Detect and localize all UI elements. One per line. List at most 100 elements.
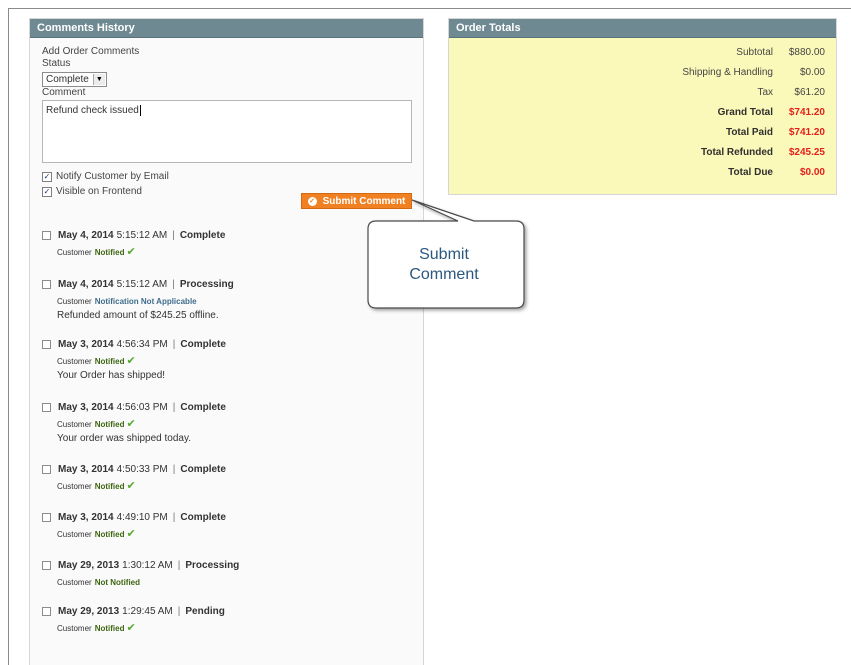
totals-row: Total Paid $741.20 xyxy=(553,123,825,143)
history-entry-checkbox[interactable] xyxy=(42,403,51,412)
text-caret xyxy=(139,105,141,116)
history-separator: | xyxy=(172,464,176,475)
notify-state: Notified xyxy=(94,623,125,633)
notify-state: Notification Not Applicable xyxy=(94,296,197,306)
history-comment: Your order was shipped today. xyxy=(57,433,191,444)
totals-value: $741.20 xyxy=(788,107,825,118)
totals-row: Grand Total $741.20 xyxy=(553,103,825,123)
history-date: May 3, 2014 xyxy=(58,512,114,523)
notification-status: Customer Not Notified xyxy=(57,577,412,587)
totals-label: Total Due xyxy=(728,167,773,178)
comment-label: Comment xyxy=(42,87,86,98)
history-status: Complete xyxy=(180,339,226,350)
notification-status: Customer Notified ✔ xyxy=(57,622,412,634)
chevron-down-icon[interactable]: ▼ xyxy=(92,74,105,85)
notify-prefix: Customer xyxy=(57,247,92,257)
history-separator: | xyxy=(177,560,181,571)
history-entry: May 3, 2014 4:56:34 PM | Complete Custom… xyxy=(42,338,412,381)
history-date: May 4, 2014 xyxy=(58,230,114,241)
history-entry-checkbox[interactable] xyxy=(42,607,51,616)
notify-prefix: Customer xyxy=(57,529,92,539)
status-select-value: Complete xyxy=(46,74,89,85)
history-comment: Refunded amount of $245.25 offline. xyxy=(57,310,219,321)
history-entry: May 4, 2014 5:15:12 AM | Processing Cust… xyxy=(42,278,412,321)
history-entry: May 3, 2014 4:49:10 PM | Complete Custom… xyxy=(42,511,412,540)
notify-prefix: Customer xyxy=(57,419,92,429)
totals-row: Shipping & Handling $0.00 xyxy=(553,63,825,83)
order-totals-title: Order Totals xyxy=(449,19,836,38)
totals-label: Subtotal xyxy=(736,47,773,58)
history-time: 5:15:12 AM xyxy=(116,230,168,241)
checkmark-icon: ✔ xyxy=(126,622,136,634)
callout-text: Submit Comment xyxy=(375,245,513,285)
status-select[interactable]: Complete ▼ xyxy=(42,72,107,87)
totals-label: Total Refunded xyxy=(700,147,773,158)
totals-row: Total Refunded $245.25 xyxy=(553,143,825,163)
totals-value: $61.20 xyxy=(794,87,825,98)
history-date: May 4, 2014 xyxy=(58,279,114,290)
totals-label: Grand Total xyxy=(717,107,773,118)
notify-state: Notified xyxy=(94,419,125,429)
history-entry: May 3, 2014 4:50:33 PM | Complete Custom… xyxy=(42,463,412,492)
history-entry-checkbox[interactable] xyxy=(42,513,51,522)
checkmark-icon: ✔ xyxy=(126,246,136,258)
visible-frontend-label: Visible on Frontend xyxy=(56,186,142,197)
order-totals-panel: Order Totals Subtotal $880.00 Shipping & … xyxy=(448,18,837,195)
status-label: Status xyxy=(42,58,71,69)
notification-status: Customer Notified ✔ xyxy=(57,246,412,258)
add-comments-heading: Add Order Comments xyxy=(42,46,140,57)
history-separator: | xyxy=(172,339,176,350)
history-entry: May 3, 2014 4:56:03 PM | Complete Custom… xyxy=(42,401,412,444)
history-status: Processing xyxy=(179,279,234,290)
visible-frontend-checkbox[interactable]: ✓ xyxy=(42,186,52,197)
history-status: Processing xyxy=(185,560,240,571)
callout-line-2: Comment xyxy=(409,266,479,283)
notify-customer-checkbox[interactable]: ✓ xyxy=(42,171,52,182)
notify-state: Notified xyxy=(94,356,125,366)
history-separator: | xyxy=(177,606,181,617)
notify-state: Not Notified xyxy=(94,577,141,587)
history-entry-checkbox[interactable] xyxy=(42,340,51,349)
comment-textarea[interactable]: Refund check issued xyxy=(42,100,412,163)
comment-text: Refund check issued xyxy=(46,105,139,117)
notification-status: Customer Notified ✔ xyxy=(57,480,412,492)
history-time: 4:56:03 PM xyxy=(116,402,168,413)
add-comment-form: Add Order Comments Status Complete ▼ Com… xyxy=(42,46,412,209)
history-entry-checkbox[interactable] xyxy=(42,231,51,240)
history-entry-checkbox[interactable] xyxy=(42,280,51,289)
checkmark-icon: ✔ xyxy=(126,355,136,367)
history-entry: May 29, 2013 1:30:12 AM | Processing Cus… xyxy=(42,559,412,587)
history-entry-checkbox[interactable] xyxy=(42,465,51,474)
visible-frontend-row[interactable]: ✓ Visible on Frontend xyxy=(42,186,142,197)
history-time: 4:50:33 PM xyxy=(116,464,168,475)
checkmark-icon: ✔ xyxy=(126,480,136,492)
totals-value: $0.00 xyxy=(799,67,825,78)
totals-label: Total Paid xyxy=(725,127,773,138)
notify-customer-row[interactable]: ✓ Notify Customer by Email xyxy=(42,171,169,182)
history-time: 4:56:34 PM xyxy=(116,339,168,350)
history-time: 1:29:45 AM xyxy=(122,606,173,617)
history-separator: | xyxy=(172,230,175,241)
totals-label: Tax xyxy=(757,87,773,98)
history-time: 5:15:12 AM xyxy=(116,279,168,290)
totals-row: Subtotal $880.00 xyxy=(553,43,825,63)
frame-left-border xyxy=(8,8,9,665)
comments-history-title: Comments History xyxy=(30,19,423,38)
history-date: May 29, 2013 xyxy=(58,560,120,571)
totals-row: Tax $61.20 xyxy=(553,83,825,103)
history-entry: May 29, 2013 1:29:45 AM | Pending Custom… xyxy=(42,605,412,634)
notify-prefix: Customer xyxy=(57,577,92,587)
history-entry: May 4, 2014 5:15:12 AM | Complete Custom… xyxy=(42,229,412,258)
history-date: May 3, 2014 xyxy=(58,339,114,350)
totals-value: $0.00 xyxy=(799,167,825,178)
history-status: Complete xyxy=(180,464,226,475)
history-entry-checkbox[interactable] xyxy=(42,561,51,570)
ok-circle-icon: ✓ xyxy=(307,196,317,206)
notification-status: Customer Notified ✔ xyxy=(57,419,412,430)
totals-value: $880.00 xyxy=(788,47,825,58)
frame-top-border xyxy=(8,8,851,9)
history-status: Complete xyxy=(180,512,226,523)
totals-label: Shipping & Handling xyxy=(682,67,773,78)
history-status: Complete xyxy=(180,402,226,413)
history-date: May 29, 2013 xyxy=(58,606,120,617)
